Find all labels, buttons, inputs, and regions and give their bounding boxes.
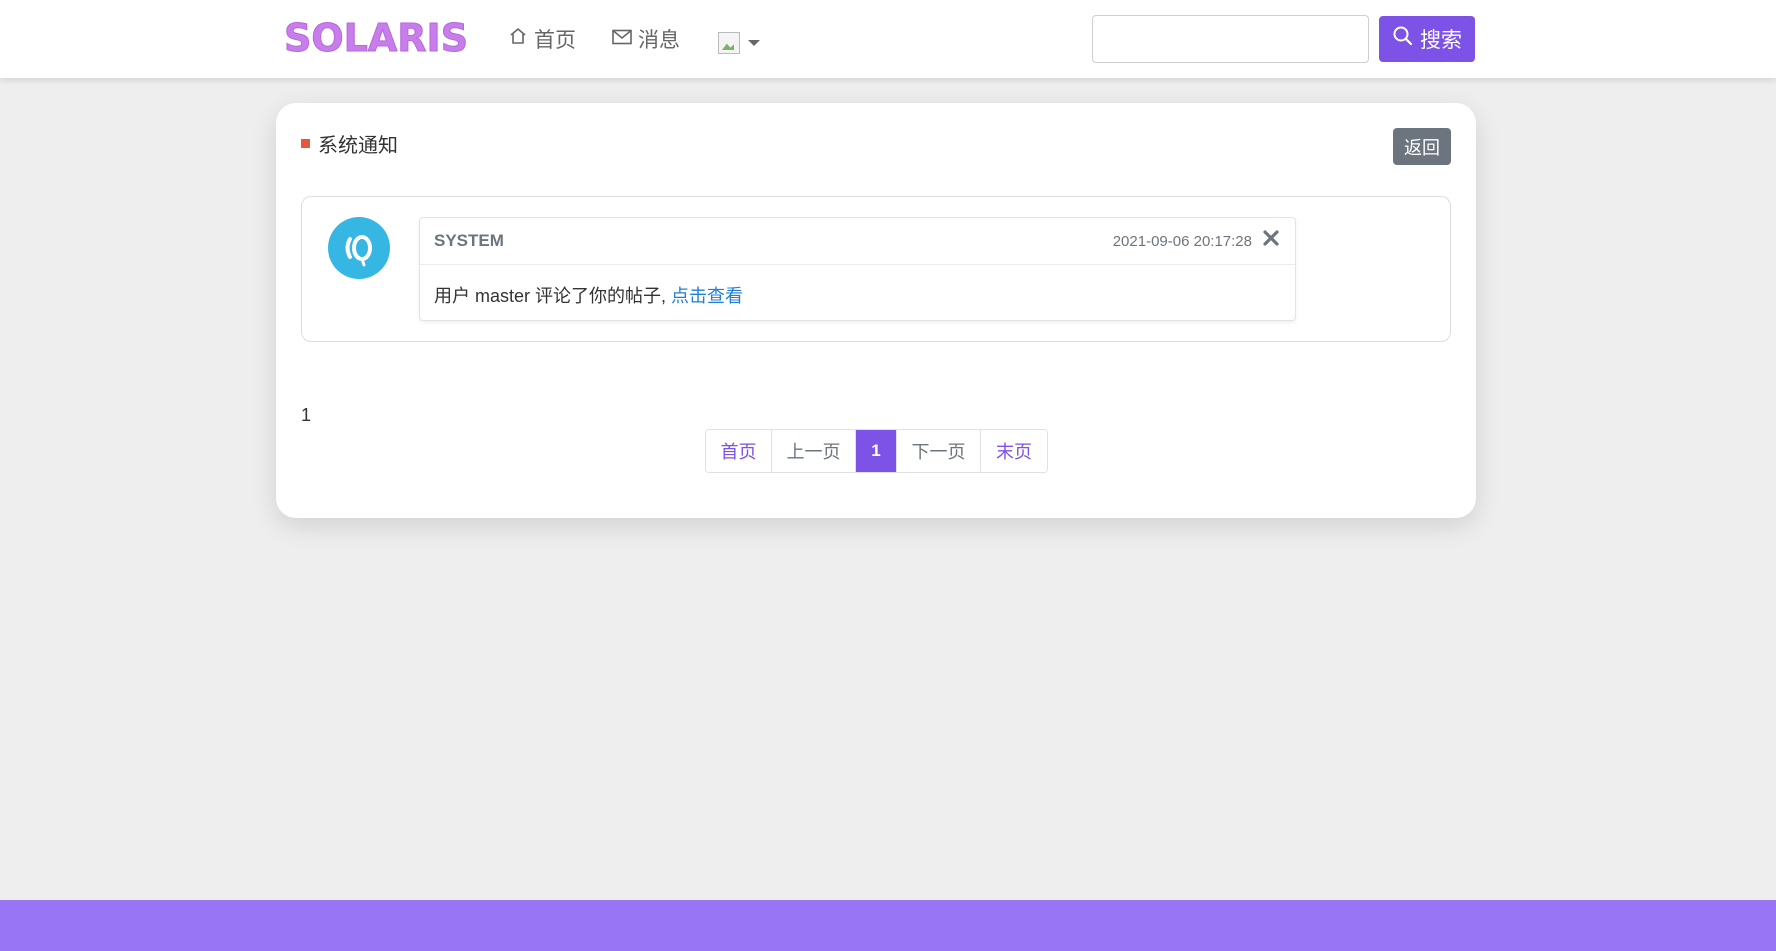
user-avatar-image	[718, 32, 740, 54]
search-button-label: 搜索	[1420, 29, 1462, 52]
search-input[interactable]	[1092, 15, 1369, 63]
search-button[interactable]: 搜索	[1379, 16, 1475, 62]
view-post-link[interactable]: 点击查看	[671, 286, 743, 306]
close-icon[interactable]	[1261, 228, 1281, 248]
nav-home-label: 首页	[534, 29, 576, 52]
notification-header: SYSTEM 2021-09-06 20:17:28	[420, 218, 1295, 265]
page-title: 系统通知	[301, 129, 398, 158]
notice-card: 系统通知 返回 SYSTEM 2021-09-06 20:17:28 用户 ma…	[276, 103, 1476, 518]
notification-message: 用户 master 评论了你的帖子,	[434, 286, 667, 306]
nav-messages-link[interactable]: 消息	[612, 24, 680, 54]
pagination-next[interactable]: 下一页	[897, 430, 981, 472]
pagination-current-page[interactable]: 1	[856, 430, 897, 472]
pagination: 首页 上一页 1 下一页 末页	[705, 429, 1048, 473]
notification-body: 用户 master 评论了你的帖子, 点击查看	[434, 282, 743, 308]
page-count: 1	[301, 405, 312, 425]
site-logo[interactable]: SOLARIS	[283, 16, 468, 61]
pagination-first[interactable]: 首页	[706, 430, 772, 472]
system-avatar-icon	[328, 217, 390, 279]
notification-list: SYSTEM 2021-09-06 20:17:28 用户 master 评论了…	[301, 196, 1451, 342]
envelope-icon	[612, 27, 632, 51]
notification-item: SYSTEM 2021-09-06 20:17:28 用户 master 评论了…	[419, 217, 1296, 321]
page-title-text: 系统通知	[318, 135, 398, 157]
nav-messages-label: 消息	[638, 29, 680, 52]
pagination-last[interactable]: 末页	[981, 430, 1047, 472]
notification-sender: SYSTEM	[434, 231, 504, 250]
title-marker	[301, 139, 310, 148]
pagination-prev[interactable]: 上一页	[772, 430, 856, 472]
top-navbar: SOLARIS 首页 消息 搜索	[0, 0, 1776, 78]
search-icon	[1392, 25, 1414, 53]
back-button[interactable]: 返回	[1393, 128, 1451, 165]
chevron-down-icon	[748, 40, 760, 46]
user-menu-dropdown[interactable]	[718, 28, 760, 58]
notification-time: 2021-09-06 20:17:28	[1112, 233, 1252, 250]
home-icon	[508, 26, 528, 52]
nav-home-link[interactable]: 首页	[508, 24, 576, 54]
footer-bar	[0, 900, 1776, 951]
